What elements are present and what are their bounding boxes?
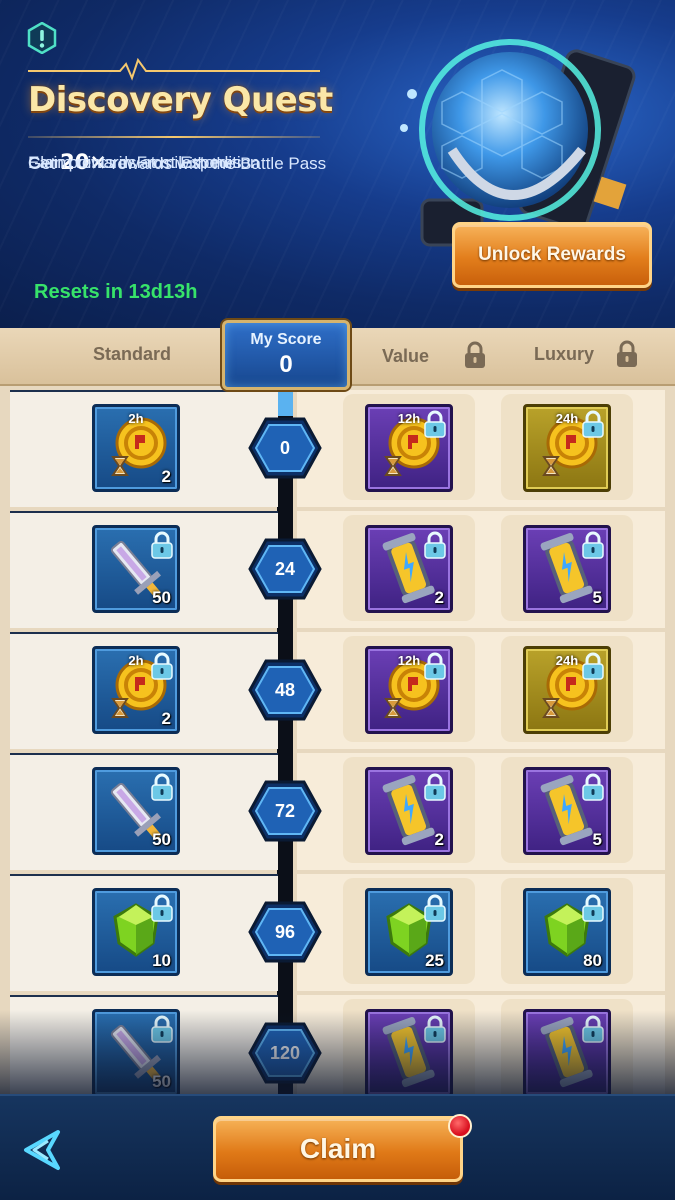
lock-icon (582, 652, 604, 680)
luxury-reward-energy-cell[interactable]: 5 (523, 767, 611, 855)
value-reward-speedup[interactable]: 12h (365, 404, 453, 492)
tab-standard[interactable]: Standard (93, 344, 171, 365)
reward-duration: 2h (128, 411, 144, 426)
lock-icon (617, 340, 637, 367)
reward-quantity: 25 (425, 951, 444, 970)
milestone-points: 48 (274, 679, 296, 700)
lock-icon (151, 652, 173, 680)
lock-icon (424, 894, 446, 922)
standard-reward-green-gem[interactable]: 10 (92, 888, 180, 976)
standard-reward-blade[interactable]: 50 (92, 525, 180, 613)
title-ornament-bottom (28, 136, 320, 138)
reward-quantity: 50 (152, 588, 171, 607)
milestone-row: 50 2 5 (0, 749, 675, 870)
title-ornament-top (28, 58, 320, 81)
milestone-row: 2h 2 12h 24h (0, 386, 675, 507)
milestone-reward-list[interactable]: 2h 2 12h 24h 0 50 2 5 24 2h 2 12h 24h 48 50 2 5 72 10 25 80 9… (0, 386, 675, 1094)
lock-icon (151, 894, 173, 922)
my-score-panel: My Score 0 (222, 320, 350, 390)
lock-icon (424, 652, 446, 680)
bottom-bar: Claim (0, 1094, 675, 1200)
reset-timer: Resets in 13d13h (34, 281, 198, 303)
milestone-points: 120 (269, 1042, 301, 1063)
reward-quantity: 5 (592, 588, 602, 607)
milestone-points: 24 (274, 558, 296, 579)
reward-quantity: 2 (434, 588, 444, 607)
luxury-reward-energy-cell[interactable] (523, 1009, 611, 1094)
value-reward-energy-cell[interactable]: 2 (365, 525, 453, 613)
lock-icon (424, 1015, 446, 1043)
back-arrow-icon[interactable] (18, 1126, 66, 1174)
milestone-points: 72 (274, 800, 296, 821)
value-reward-speedup[interactable]: 12h (365, 646, 453, 734)
luxury-reward-speedup[interactable]: 24h (523, 404, 611, 492)
page-title: Discovery Quest (28, 80, 333, 120)
reward-quantity: 50 (152, 830, 171, 849)
luxury-reward-energy-cell[interactable]: 5 (523, 525, 611, 613)
milestone-node: 72 (248, 779, 322, 843)
tab-luxury[interactable]: Luxury (534, 344, 594, 365)
milestone-row: 50 (0, 991, 675, 1094)
standard-reward-speedup[interactable]: 2h 2 (92, 646, 180, 734)
value-reward-energy-cell[interactable] (365, 1009, 453, 1094)
my-score-label: My Score (250, 331, 322, 348)
reward-quantity: 2 (161, 709, 171, 728)
milestone-node: 24 (248, 537, 322, 601)
lock-icon (582, 894, 604, 922)
lock-icon (151, 773, 173, 801)
lock-icon (151, 1015, 173, 1043)
milestone-node: 48 (248, 658, 322, 722)
lock-icon (151, 531, 173, 559)
lock-icon (424, 410, 446, 438)
milestone-row: 2h 2 12h 24h (0, 628, 675, 749)
luxury-reward-green-gem[interactable]: 80 (523, 888, 611, 976)
milestone-row: 10 25 80 (0, 870, 675, 991)
quest-banner: Discovery Quest Get 20× rewards with the… (0, 0, 675, 328)
value-reward-energy-cell[interactable]: 2 (365, 767, 453, 855)
value-reward-green-gem[interactable]: 25 (365, 888, 453, 976)
lock-icon (582, 410, 604, 438)
milestone-node: 96 (248, 900, 322, 964)
standard-reward-speedup[interactable]: 2h 2 (92, 404, 180, 492)
info-icon[interactable] (26, 22, 58, 54)
standard-reward-blade[interactable]: 50 (92, 1009, 180, 1094)
reward-quantity: 80 (583, 951, 602, 970)
standard-reward-blade[interactable]: 50 (92, 767, 180, 855)
reward-quantity: 50 (152, 1072, 171, 1091)
tab-value[interactable]: Value (382, 346, 429, 367)
my-score-value: 0 (279, 351, 293, 378)
milestone-points: 96 (274, 921, 296, 942)
milestone-node: 120 (248, 1021, 322, 1085)
reward-quantity: 10 (152, 951, 171, 970)
claim-button[interactable]: Claim (213, 1116, 463, 1182)
lock-icon (424, 773, 446, 801)
luxury-reward-speedup[interactable]: 24h (523, 646, 611, 734)
discovery-quest-screen: Discovery Quest Get 20× rewards with the… (0, 0, 675, 1200)
unlock-rewards-button[interactable]: Unlock Rewards (452, 222, 652, 288)
lock-icon (424, 531, 446, 559)
lock-icon (465, 341, 485, 368)
reward-quantity: 2 (161, 467, 171, 486)
reward-quantity: 5 (592, 830, 602, 849)
milestone-row: 50 2 5 (0, 507, 675, 628)
lock-icon (582, 773, 604, 801)
milestone-node: 0 (248, 416, 322, 480)
notification-dot (448, 1114, 472, 1138)
milestone-points: 0 (279, 437, 290, 458)
reward-quantity: 2 (434, 830, 444, 849)
lock-icon (582, 1015, 604, 1043)
lock-icon (582, 531, 604, 559)
